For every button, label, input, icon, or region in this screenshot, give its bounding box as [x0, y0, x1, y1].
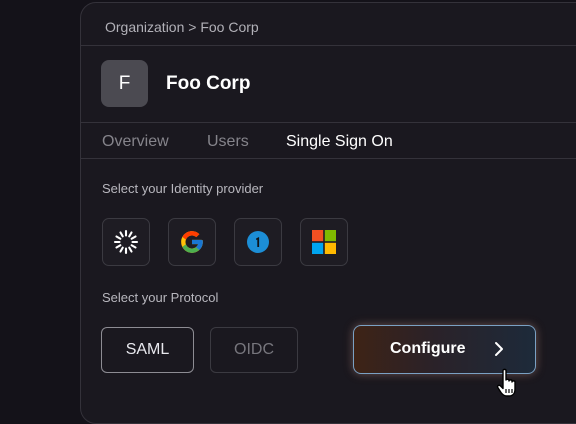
avatar-initial: F — [118, 72, 131, 94]
tab-overview[interactable]: Overview — [102, 133, 169, 151]
organization-avatar: F — [101, 60, 148, 107]
tab-users[interactable]: Users — [207, 133, 249, 151]
header-divider — [80, 45, 576, 46]
microsoft-icon — [312, 230, 336, 254]
configure-label: Configure — [390, 340, 466, 357]
oidc-button[interactable]: OIDC — [210, 327, 298, 373]
microsoft-provider-button[interactable] — [300, 218, 348, 266]
onelogin-icon — [247, 231, 269, 253]
tabs-divider — [80, 158, 576, 159]
google-icon — [181, 231, 203, 253]
okta-provider-button[interactable] — [102, 218, 150, 266]
configure-button[interactable]: Configure — [353, 325, 536, 374]
breadcrumb: Organization > Foo Corp — [105, 19, 259, 35]
protocol-label: Select your Protocol — [102, 290, 219, 305]
identity-provider-label: Select your Identity provider — [102, 181, 264, 196]
onelogin-provider-button[interactable] — [234, 218, 282, 266]
okta-icon — [113, 229, 139, 255]
saml-label: SAML — [125, 341, 170, 358]
tab-single-sign-on[interactable]: Single Sign On — [286, 133, 393, 151]
title-divider — [80, 122, 576, 123]
chevron-right-icon — [495, 342, 503, 356]
google-provider-button[interactable] — [168, 218, 216, 266]
saml-button[interactable]: SAML — [101, 327, 194, 373]
organization-name: Foo Corp — [166, 73, 251, 94]
hand-pointer-icon — [496, 368, 516, 397]
oidc-label: OIDC — [234, 341, 274, 358]
